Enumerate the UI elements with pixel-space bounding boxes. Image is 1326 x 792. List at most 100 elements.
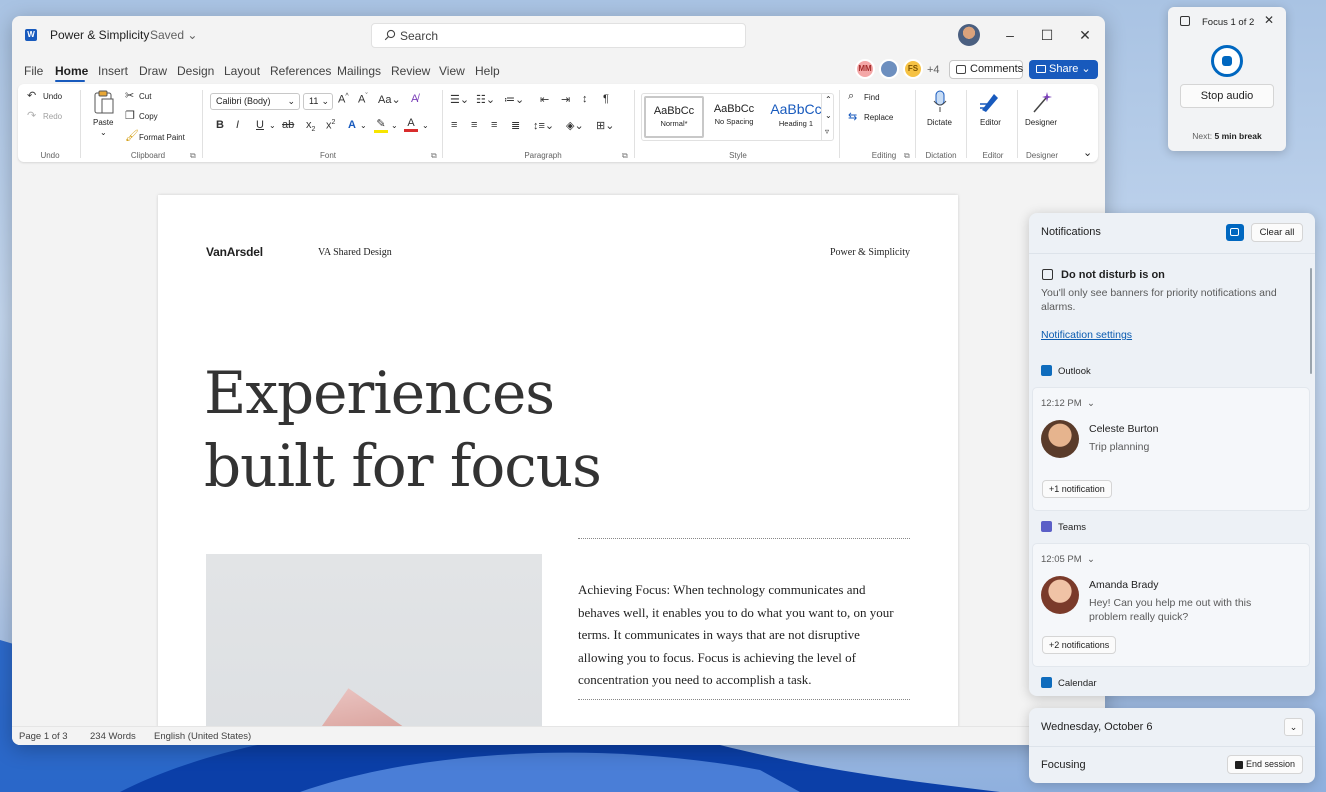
collaborator-avatar-fs[interactable]: FS bbox=[903, 59, 923, 79]
end-session-button[interactable]: End session bbox=[1227, 755, 1303, 774]
style-normal[interactable]: AaBbCc Normal* bbox=[644, 96, 704, 138]
undo-button[interactable]: Undo bbox=[43, 92, 62, 101]
notification-card-outlook[interactable]: 12:12 PM ⌄ Celeste Burton Trip planning … bbox=[1032, 387, 1310, 511]
minimize-icon[interactable]: – bbox=[1001, 26, 1019, 44]
replace-button[interactable]: Replace bbox=[864, 113, 893, 122]
style-gallery-scroll[interactable]: ⌃ ⌄ ▿ bbox=[821, 93, 834, 141]
language-status[interactable]: English (United States) bbox=[154, 731, 251, 742]
tab-insert[interactable]: Insert bbox=[98, 64, 128, 78]
tab-help[interactable]: Help bbox=[475, 64, 500, 78]
chevron-down-icon[interactable]: ⌄ bbox=[422, 121, 429, 130]
align-left-icon[interactable]: ≡ bbox=[451, 119, 457, 131]
numbering-icon[interactable]: ☷⌄ bbox=[476, 93, 495, 106]
user-avatar[interactable] bbox=[958, 24, 980, 46]
stop-audio-button[interactable]: Stop audio bbox=[1180, 84, 1274, 108]
dialog-launcher-icon[interactable]: ⧉ bbox=[190, 151, 196, 161]
cut-button[interactable]: Cut bbox=[139, 92, 151, 101]
find-button[interactable]: Find bbox=[864, 93, 880, 102]
more-notifications-button[interactable]: +1 notification bbox=[1042, 480, 1112, 498]
tab-review[interactable]: Review bbox=[391, 64, 430, 78]
pilcrow-icon[interactable]: ¶ bbox=[603, 93, 609, 105]
editor-button[interactable]: Editor bbox=[980, 118, 1001, 127]
stop-icon[interactable] bbox=[1222, 56, 1232, 66]
italic-icon[interactable]: I bbox=[236, 119, 239, 131]
designer-icon[interactable] bbox=[1030, 90, 1054, 114]
collapse-ribbon-icon[interactable]: ⌄ bbox=[1083, 146, 1092, 159]
restore-icon[interactable] bbox=[1180, 16, 1190, 26]
tab-home[interactable]: Home bbox=[55, 64, 88, 78]
borders-icon[interactable]: ⊞⌄ bbox=[596, 119, 614, 132]
shading-icon[interactable]: ◈⌄ bbox=[566, 119, 584, 132]
decrease-indent-icon[interactable]: ⇤ bbox=[540, 93, 549, 106]
tab-file[interactable]: File bbox=[24, 64, 43, 78]
chevron-down-icon[interactable]: ⌄ bbox=[391, 121, 398, 130]
search-input[interactable]: Search bbox=[400, 29, 438, 43]
align-center-icon[interactable]: ≡ bbox=[471, 119, 477, 131]
font-size-select[interactable]: 11 ⌄ bbox=[303, 93, 333, 110]
style-heading-1[interactable]: AaBbCc Heading 1 bbox=[766, 96, 826, 138]
highlight-icon[interactable]: ✎ bbox=[374, 117, 388, 133]
dictate-button[interactable]: Dictate bbox=[927, 118, 952, 127]
notification-card-teams[interactable]: 12:05 PM ⌄ Amanda Brady Hey! Can you hel… bbox=[1032, 543, 1310, 667]
scrollbar[interactable] bbox=[1310, 268, 1312, 374]
strikethrough-icon[interactable]: ab bbox=[282, 119, 294, 131]
chevron-down-icon[interactable]: ⌄ bbox=[269, 121, 276, 130]
do-not-disturb-toggle[interactable] bbox=[1226, 224, 1244, 241]
superscript-icon[interactable]: x2 bbox=[326, 119, 335, 132]
close-icon[interactable]: ✕ bbox=[1264, 13, 1274, 27]
dialog-launcher-icon[interactable]: ⧉ bbox=[904, 151, 910, 161]
dialog-launcher-icon[interactable]: ⧉ bbox=[622, 151, 628, 161]
collaborator-avatar-mm[interactable]: MM bbox=[855, 59, 875, 79]
subscript-icon[interactable]: x2 bbox=[306, 119, 315, 133]
document-title[interactable]: Power & Simplicity bbox=[50, 28, 149, 42]
saved-status[interactable]: Saved ⌄ bbox=[150, 28, 197, 42]
chevron-down-icon[interactable]: ⌄ bbox=[100, 128, 107, 137]
search-box[interactable]: Search bbox=[371, 23, 746, 48]
sort-icon[interactable]: ↕ bbox=[582, 93, 588, 105]
word-count[interactable]: 234 Words bbox=[90, 731, 136, 742]
bold-icon[interactable]: B bbox=[216, 119, 224, 131]
style-no-spacing[interactable]: AaBbCc No Spacing bbox=[704, 96, 764, 138]
maximize-icon[interactable]: ☐ bbox=[1038, 26, 1056, 44]
clear-all-button[interactable]: Clear all bbox=[1251, 223, 1303, 242]
share-button[interactable]: Share ⌄ bbox=[1029, 60, 1098, 79]
format-paint-button[interactable]: Format Paint bbox=[139, 133, 185, 142]
tab-design[interactable]: Design bbox=[177, 64, 214, 78]
grow-font-icon[interactable]: A^ bbox=[338, 93, 349, 106]
redo-button[interactable]: Redo bbox=[43, 112, 62, 121]
more-notifications-button[interactable]: +2 notifications bbox=[1042, 636, 1117, 654]
bullets-icon[interactable]: ☰⌄ bbox=[450, 93, 469, 106]
shrink-font-icon[interactable]: Aˇ bbox=[358, 93, 368, 106]
chevron-down-icon[interactable]: ⌄ bbox=[1284, 718, 1303, 736]
line-spacing-icon[interactable]: ↕≡⌄ bbox=[533, 119, 554, 132]
document-image[interactable] bbox=[206, 554, 542, 745]
font-color-icon[interactable]: A bbox=[404, 117, 418, 132]
clear-formatting-icon[interactable]: A̸ bbox=[411, 93, 418, 105]
notification-settings-link[interactable]: Notification settings bbox=[1041, 329, 1132, 341]
tab-layout[interactable]: Layout bbox=[224, 64, 260, 78]
collaborator-avatar[interactable] bbox=[879, 59, 899, 79]
tab-references[interactable]: References bbox=[270, 64, 331, 78]
dialog-launcher-icon[interactable]: ⧉ bbox=[431, 151, 437, 161]
page-count[interactable]: Page 1 of 3 bbox=[19, 731, 68, 742]
close-icon[interactable]: ✕ bbox=[1076, 26, 1094, 44]
microphone-icon[interactable] bbox=[932, 90, 948, 114]
text-effects-icon[interactable]: A bbox=[348, 119, 356, 131]
undo-icon[interactable]: ↶ bbox=[27, 89, 36, 102]
comments-button[interactable]: Comments bbox=[949, 60, 1023, 79]
tab-mailings[interactable]: Mailings bbox=[337, 64, 381, 78]
align-right-icon[interactable]: ≡ bbox=[491, 119, 497, 131]
change-case-icon[interactable]: Aa⌄ bbox=[378, 93, 401, 106]
font-name-select[interactable]: Calibri (Body) ⌄ bbox=[210, 93, 300, 110]
copy-button[interactable]: Copy bbox=[139, 112, 158, 121]
underline-icon[interactable]: U bbox=[256, 119, 264, 131]
tab-view[interactable]: View bbox=[439, 64, 465, 78]
redo-icon[interactable]: ↷ bbox=[27, 109, 36, 122]
paste-button[interactable]: Paste bbox=[93, 118, 113, 127]
chevron-down-icon[interactable]: ⌄ bbox=[360, 121, 367, 130]
increase-indent-icon[interactable]: ⇥ bbox=[561, 93, 570, 106]
more-collaborators[interactable]: +4 bbox=[927, 64, 940, 76]
body-paragraph[interactable]: Achieving Focus: When technology communi… bbox=[578, 579, 898, 692]
paste-icon[interactable] bbox=[92, 89, 116, 115]
document-heading[interactable]: Experiences built for focus bbox=[204, 357, 724, 503]
